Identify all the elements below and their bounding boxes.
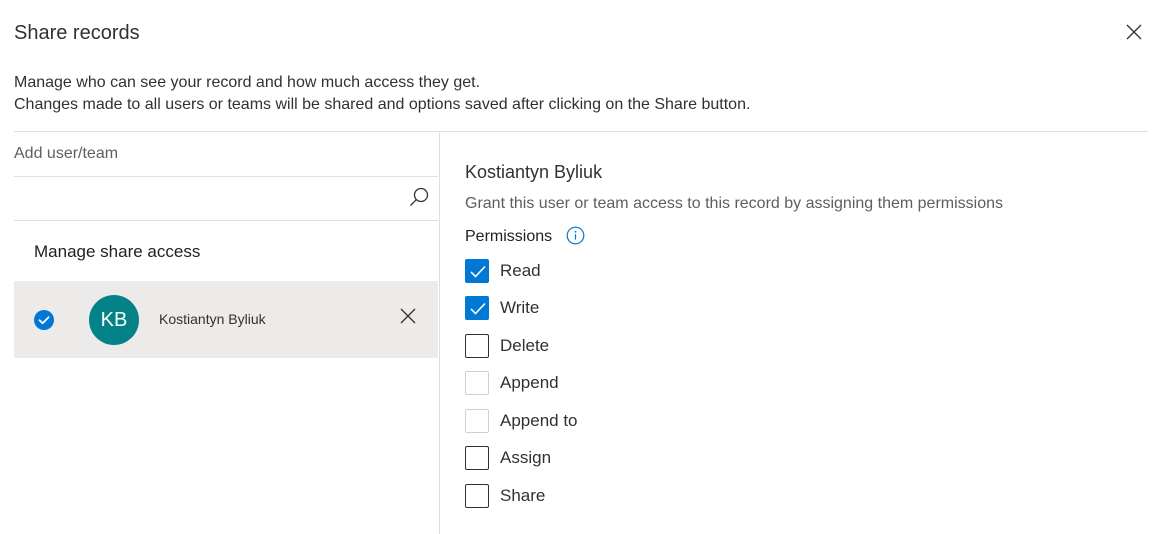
assign-checkbox[interactable] — [465, 446, 489, 470]
permission-append-to: Append to — [465, 409, 665, 435]
grant-access-description: Grant this user or team access to this r… — [465, 195, 1003, 212]
permission-label: Write — [500, 298, 540, 317]
share-checkbox[interactable] — [465, 484, 489, 508]
permissions-info-button[interactable] — [566, 226, 585, 245]
permission-assign[interactable]: Assign — [465, 446, 665, 472]
delete-checkbox[interactable] — [465, 334, 489, 358]
check-icon — [470, 265, 486, 278]
permission-read[interactable]: Read — [465, 259, 665, 285]
permission-delete[interactable]: Delete — [465, 334, 665, 360]
search-divider-bottom — [14, 220, 438, 221]
description-line-2: Changes made to all users or teams will … — [14, 96, 751, 113]
permission-label: Delete — [500, 336, 550, 355]
search-icon — [410, 187, 429, 206]
close-icon — [1126, 24, 1142, 40]
user-list-item[interactable]: KB Kostiantyn Byliuk — [14, 281, 438, 358]
permission-label: Append to — [500, 411, 578, 430]
read-checkbox[interactable] — [465, 259, 489, 283]
remove-user-button[interactable] — [399, 307, 417, 325]
permissions-label: Permissions — [465, 228, 553, 245]
panel-divider — [439, 131, 440, 534]
permission-share[interactable]: Share — [465, 484, 665, 510]
permission-label: Append — [500, 373, 559, 392]
description-line-1: Manage who can see your record and how m… — [14, 74, 481, 91]
check-icon — [470, 302, 486, 315]
dialog-description: Manage who can see your record and how m… — [14, 72, 750, 116]
permission-label: Share — [500, 486, 546, 505]
permission-label: Assign — [500, 448, 552, 467]
search-divider-top — [14, 176, 438, 177]
append-checkbox — [465, 371, 489, 395]
permission-label: Read — [500, 261, 541, 280]
avatar: KB — [89, 295, 139, 345]
append-to-checkbox — [465, 409, 489, 433]
selected-check-icon — [34, 310, 54, 330]
manage-share-access-heading: Manage share access — [34, 242, 201, 261]
info-icon — [566, 226, 585, 245]
search-button[interactable] — [408, 186, 430, 208]
permission-write[interactable]: Write — [465, 296, 665, 322]
search-input[interactable] — [14, 178, 394, 216]
user-name: Kostiantyn Byliuk — [159, 311, 266, 327]
close-button[interactable] — [1124, 22, 1144, 42]
add-user-team-label: Add user/team — [14, 145, 119, 162]
selected-user-name: Kostiantyn Byliuk — [465, 162, 603, 182]
remove-user-icon — [400, 308, 416, 324]
write-checkbox[interactable] — [465, 296, 489, 320]
permission-append: Append — [465, 371, 665, 397]
top-divider — [14, 131, 1148, 132]
dialog-title: Share records — [14, 22, 140, 44]
